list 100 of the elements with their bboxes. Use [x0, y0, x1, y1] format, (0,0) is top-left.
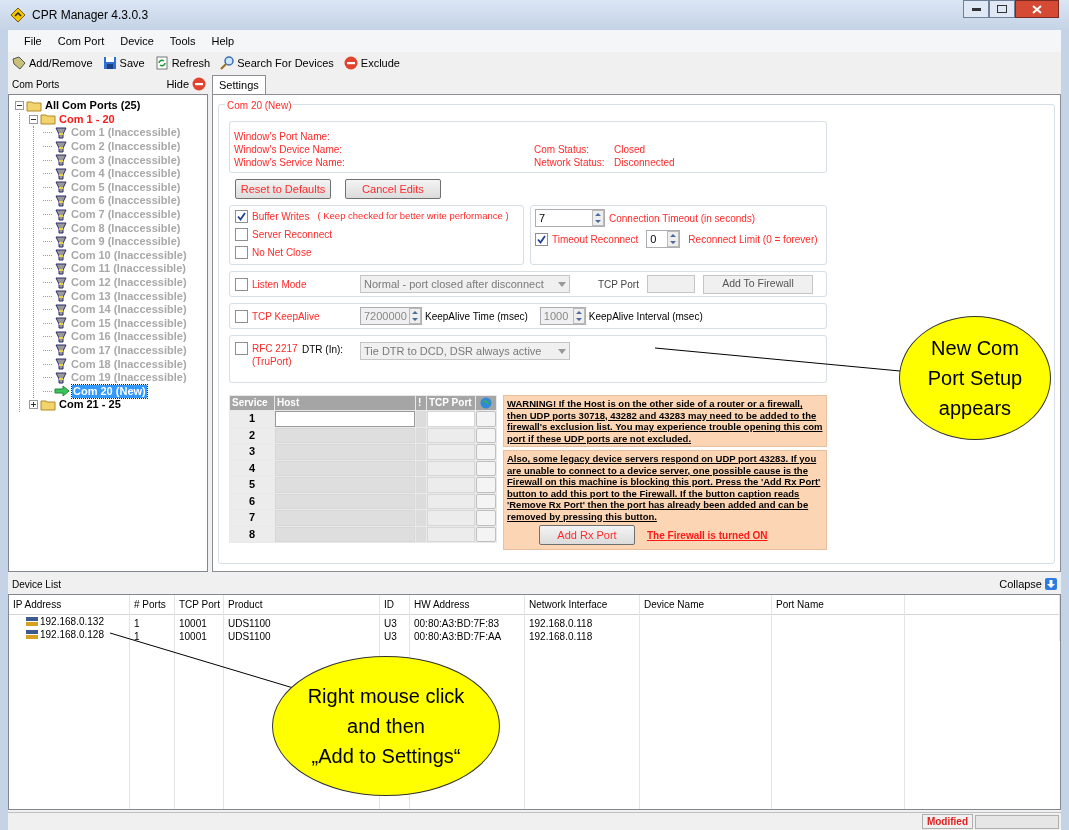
checkbox[interactable]	[235, 228, 248, 241]
port-field[interactable]	[427, 444, 475, 460]
plug-icon	[54, 208, 68, 221]
column-header[interactable]: Device Name	[640, 595, 772, 615]
menu-item[interactable]: Help	[211, 32, 235, 50]
row-button[interactable]	[476, 510, 496, 526]
dropdown[interactable]: Tie DTR to DCD, DSR always active	[360, 342, 570, 360]
plug-icon	[54, 194, 68, 207]
minimize-button[interactable]	[963, 0, 989, 18]
toolbar-button[interactable]: Refresh	[154, 54, 211, 72]
menu-item[interactable]: Tools	[169, 32, 196, 50]
option-label: Buffer Writes	[252, 210, 310, 224]
checkbox[interactable]	[535, 232, 548, 246]
checkbox[interactable]	[235, 277, 248, 291]
spin-arrows-icon[interactable]	[572, 308, 585, 324]
port-field[interactable]	[427, 460, 475, 476]
checkbox[interactable]	[235, 246, 248, 259]
column-header[interactable]: HW Address	[410, 595, 525, 615]
field-value: Closed	[614, 143, 647, 156]
tree-item[interactable]: Com 21 - 25	[58, 398, 122, 412]
search-icon	[220, 56, 235, 70]
number-field[interactable]: 7	[535, 209, 605, 227]
stop-icon	[343, 56, 358, 70]
column-header: !	[416, 396, 426, 410]
menu-item[interactable]: Device	[120, 32, 154, 50]
expand-icon[interactable]	[29, 400, 38, 410]
arrow-icon	[54, 385, 70, 398]
port-field[interactable]	[427, 510, 475, 526]
field-label: DTR (In):	[302, 343, 345, 357]
port-field[interactable]	[427, 477, 475, 493]
plug-icon	[54, 154, 68, 167]
plug-icon	[54, 140, 68, 153]
column-header[interactable]: IP Address	[9, 595, 130, 615]
tree-item[interactable]: Com 1 - 20	[58, 112, 116, 126]
checkbox[interactable]	[235, 210, 248, 223]
plug-icon	[54, 127, 68, 139]
device-icon	[25, 615, 39, 628]
table-cell: 00:80:A3:BD:7F:83	[414, 618, 500, 629]
field-label: TCP Port	[598, 277, 639, 292]
collapse-icon[interactable]	[29, 114, 38, 124]
field-label: Network Status:	[534, 156, 606, 169]
tab[interactable]: Settings	[212, 75, 266, 94]
host-field[interactable]	[275, 411, 415, 427]
row-button[interactable]	[476, 493, 496, 509]
hide-button[interactable]: Hide	[166, 75, 206, 93]
collapse-icon[interactable]	[15, 101, 24, 111]
table-cell: 10001	[179, 631, 207, 642]
collapse-button[interactable]: Collapse	[999, 575, 1057, 592]
row-button[interactable]	[476, 444, 496, 460]
row-button[interactable]	[476, 411, 496, 427]
spin-arrows-icon[interactable]	[592, 210, 604, 226]
row-button[interactable]	[476, 427, 496, 443]
plug-icon	[54, 276, 68, 289]
maximize-icon	[997, 5, 1007, 13]
port-field[interactable]	[427, 493, 475, 509]
row-button[interactable]	[476, 526, 496, 542]
table-cell[interactable]: 192.168.0.128	[40, 628, 104, 641]
field-label: Connection Timeout (in seconds)	[609, 211, 756, 226]
toolbar-button[interactable]: Add/Remove	[12, 54, 93, 72]
refresh-icon	[154, 56, 169, 70]
caret-icon	[558, 281, 566, 287]
port-field[interactable]	[427, 411, 475, 427]
column-header[interactable]: ID	[380, 595, 410, 615]
caret-icon	[558, 348, 566, 354]
column-header[interactable]: Product	[224, 595, 380, 615]
toolbar-button[interactable]: Search For Devices	[220, 54, 334, 72]
plug-icon	[54, 290, 68, 303]
number-field[interactable]: 0	[646, 230, 681, 248]
host-field[interactable]	[275, 427, 415, 443]
checkbox[interactable]	[235, 342, 248, 355]
plug-icon	[54, 317, 68, 330]
tree-item[interactable]: All Com Ports (25)	[44, 99, 142, 113]
row-button[interactable]	[476, 460, 496, 476]
port-field[interactable]	[427, 427, 475, 443]
table-cell: 00:80:A3:BD:7F:AA	[414, 631, 502, 642]
dropdown[interactable]: Normal - port closed after disconnect	[360, 275, 570, 293]
spin-arrows-icon[interactable]	[667, 231, 680, 247]
folder-icon	[26, 99, 42, 112]
close-button[interactable]	[1015, 0, 1059, 18]
checkbox[interactable]	[235, 309, 248, 323]
toolbar-button[interactable]: Exclude	[343, 54, 400, 72]
add-to-firewall-button[interactable]: Add To Firewall	[702, 274, 813, 294]
column-header[interactable]: Network Interface	[525, 595, 640, 615]
host-field[interactable]	[275, 526, 415, 542]
spin-arrows-icon[interactable]	[409, 308, 421, 324]
row-button[interactable]	[476, 477, 496, 493]
column-header[interactable]: # Ports	[130, 595, 175, 615]
column-header: TCP Port	[427, 396, 475, 410]
toolbar-button[interactable]: Save	[102, 54, 145, 72]
column-header[interactable]: Port Name	[772, 595, 905, 615]
menu-item[interactable]: File	[24, 32, 42, 50]
port-field[interactable]	[427, 526, 475, 542]
warning-text: Also, some legacy device servers respond on UDP port 43283. If you are unable to connect to a device server, one possible cause is the Firewall on this machine is blocking this port. Press the 'Add Rx Port' button to add this port to the Firewall. If the button caption reads 'Remove Rx Port' then the port has already been added and can be removed by pressing this button.	[507, 453, 822, 522]
menu-item[interactable]: Com Port	[57, 32, 105, 50]
maximize-button[interactable]	[989, 0, 1015, 18]
table-cell[interactable]: 192.168.0.132	[40, 615, 104, 628]
status-text: Modified	[921, 814, 973, 829]
column-header[interactable]: TCP Port	[175, 595, 224, 615]
tcp-port-field[interactable]	[646, 275, 695, 293]
option-label: No Net Close	[252, 246, 312, 260]
